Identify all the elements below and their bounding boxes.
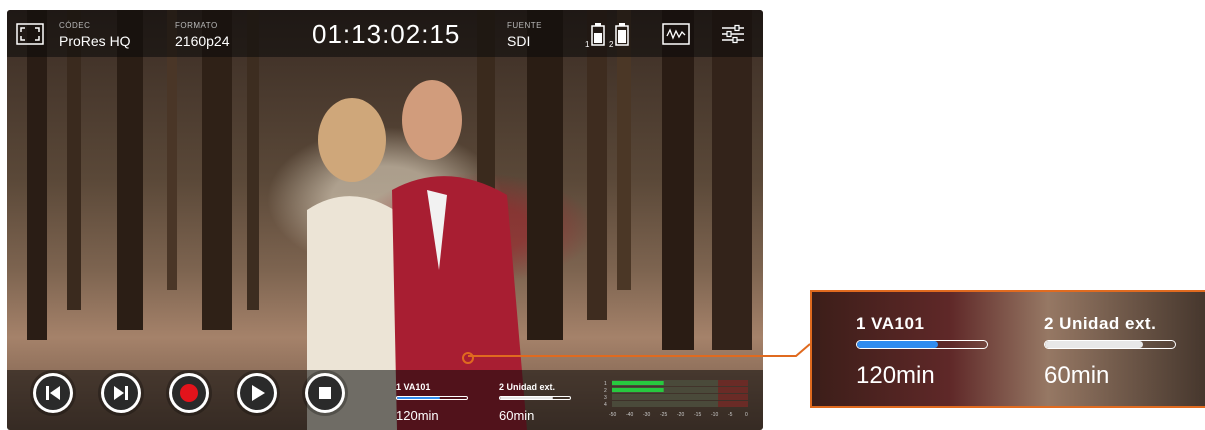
meter-channel-label: 2	[604, 388, 607, 394]
battery-2-index: 2	[609, 40, 614, 49]
media-slot-1-fill	[397, 397, 441, 399]
media-slot-2-time: 60min	[499, 408, 535, 423]
meter-peak-zone	[718, 394, 748, 400]
format-label: FORMATO	[175, 21, 218, 30]
play-icon	[240, 376, 274, 410]
meter-scale-label: 0	[745, 412, 748, 418]
meter-channel-label: 1	[604, 381, 607, 387]
codec-label: CÓDEC	[59, 21, 91, 30]
settings-sliders-icon[interactable]	[721, 24, 745, 44]
media-slot-2-label[interactable]: 2 Unidad ext.	[499, 382, 555, 392]
callout-slot-1-fill	[857, 341, 938, 348]
callout-slot-2-fill	[1045, 341, 1143, 348]
skip-forward-icon	[104, 376, 138, 410]
media-callout-panel: 1 VA101 120min 2 Unidad ext. 60min	[810, 290, 1205, 408]
meter-peak-zone	[718, 401, 748, 407]
audio-meters[interactable]: 1234-50 -40 -30 -25 -20 -15 -10 -5 0	[604, 378, 750, 418]
battery-icon	[615, 23, 629, 46]
callout-slot-2-time: 60min	[1044, 362, 1110, 389]
meter-peak-zone	[718, 387, 748, 393]
meter-scale-label: -50	[609, 412, 616, 418]
fullscreen-icon[interactable]	[16, 23, 44, 45]
format-value[interactable]: 2160p24	[175, 33, 230, 49]
callout-connector	[468, 343, 811, 357]
play-button[interactable]	[237, 373, 277, 413]
record-button[interactable]	[169, 373, 209, 413]
meter-scale-label: -40	[626, 412, 633, 418]
media-slot-1-time: 120min	[396, 408, 439, 423]
skip-back-button[interactable]	[33, 373, 73, 413]
callout-slot-1-time: 120min	[856, 362, 935, 389]
meter-level	[612, 388, 664, 392]
stop-icon	[308, 376, 342, 410]
stop-button[interactable]	[305, 373, 345, 413]
meter-scale-label: -15	[694, 412, 701, 418]
meter-channel-label: 4	[604, 402, 607, 408]
callout-slot-1-label: 1 VA101	[856, 314, 925, 333]
callout-slot-1-bar	[856, 340, 988, 349]
meter-scale-label: -25	[660, 412, 667, 418]
battery-1-index: 1	[585, 40, 590, 49]
battery-icon	[591, 23, 605, 46]
source-label: FUENTE	[507, 21, 542, 30]
top-status-bar: CÓDEC ProRes HQ FORMATO 2160p24 01:13:02…	[7, 10, 763, 57]
meter-scale-label: -5	[728, 412, 733, 418]
callout-slot-2-bar	[1044, 340, 1176, 349]
skip-back-icon	[36, 376, 70, 410]
meter-peak-zone	[718, 380, 748, 386]
record-icon	[172, 376, 206, 410]
callout-slot-2-label: 2 Unidad ext.	[1044, 314, 1157, 333]
media-slot-2-bar	[499, 396, 571, 400]
codec-value[interactable]: ProRes HQ	[59, 33, 131, 49]
meter-level	[612, 381, 664, 385]
source-value: SDI	[507, 33, 531, 49]
media-slot-1-bar	[396, 396, 468, 400]
skip-forward-button[interactable]	[101, 373, 141, 413]
meter-channel-label: 3	[604, 395, 607, 401]
meter-scale-label: -10	[711, 412, 718, 418]
media-slot-2-fill	[500, 397, 553, 399]
meter-scale-label: -20	[677, 412, 684, 418]
waveform-icon[interactable]	[662, 23, 690, 45]
meter-scale-label: -30	[643, 412, 650, 418]
media-slot-1-label[interactable]: 1 VA101	[396, 382, 430, 392]
timecode-display: 01:13:02:15	[312, 19, 461, 49]
